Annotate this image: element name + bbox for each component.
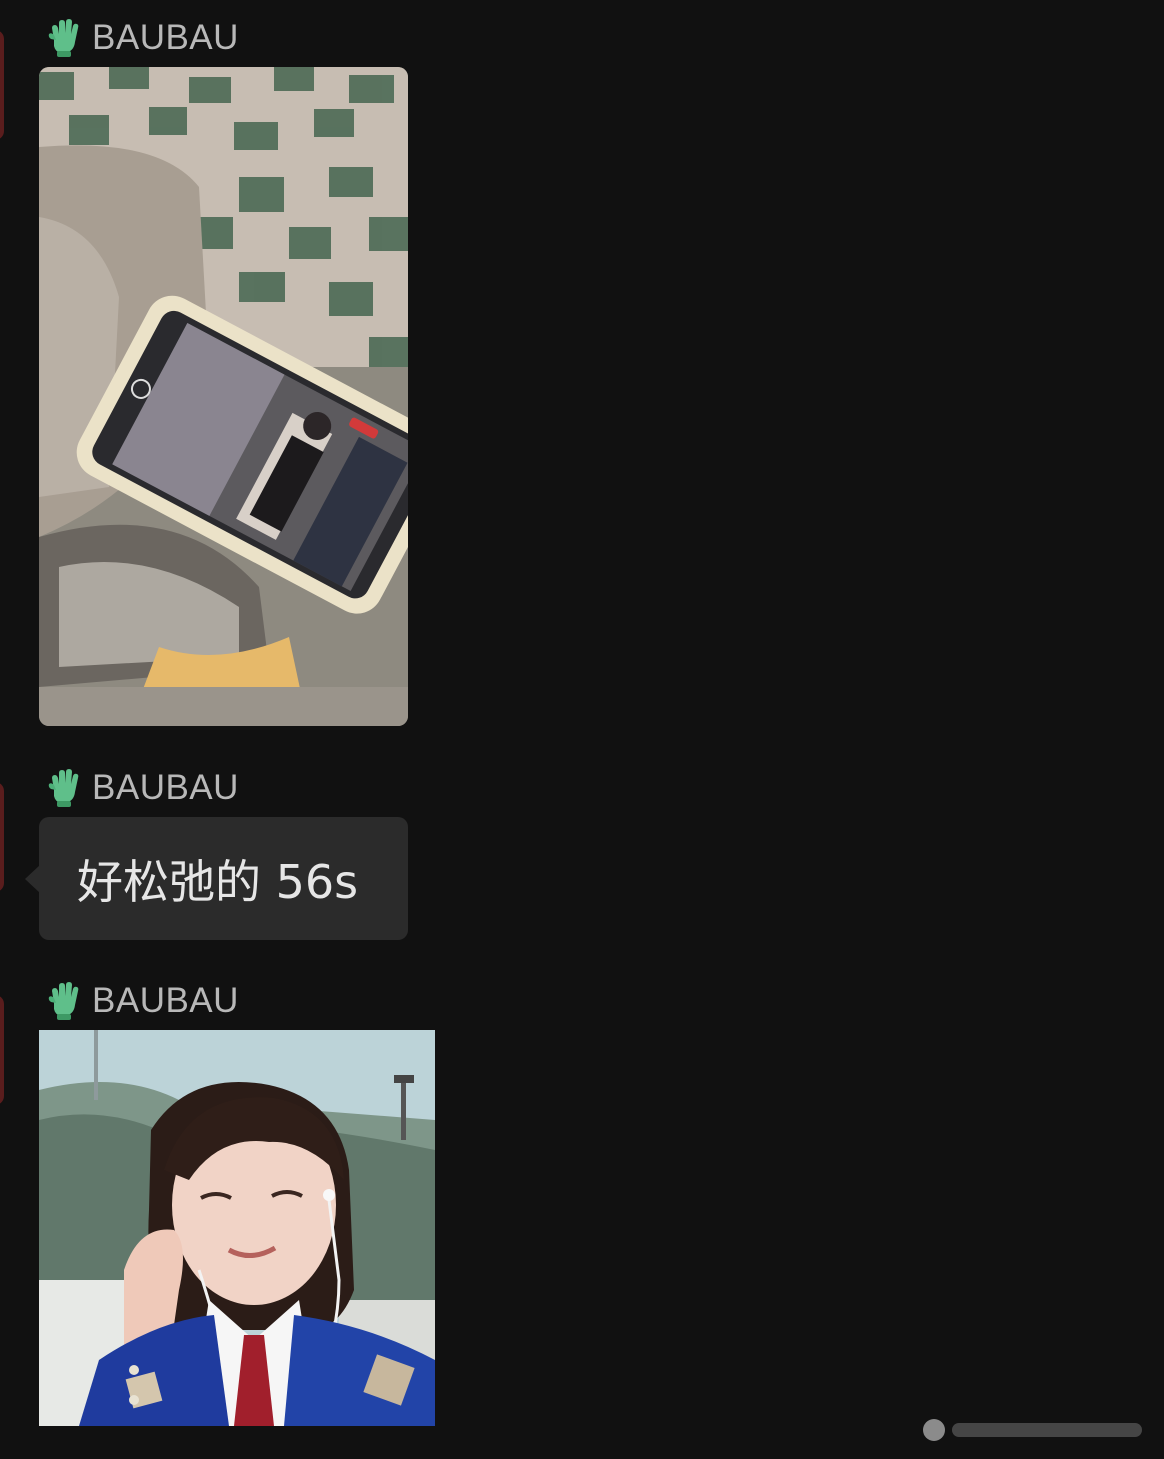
- green-glove-icon: [48, 769, 79, 807]
- message-sender: BAUBAU: [46, 16, 239, 60]
- green-glove-icon: [48, 19, 79, 57]
- message-sender: BAUBAU: [46, 979, 239, 1023]
- watermark: [920, 1415, 1150, 1445]
- avatar[interactable]: [0, 995, 4, 1105]
- phone-on-table-photo: [39, 67, 408, 726]
- avatar[interactable]: [0, 782, 4, 892]
- avatar[interactable]: [0, 30, 4, 140]
- message-text: 好松弛的 56s: [77, 854, 359, 909]
- bubble-tail: [25, 865, 40, 893]
- sender-name: BAUBAU: [92, 768, 239, 807]
- green-glove-icon: [48, 982, 79, 1020]
- watermark-logo-icon: [923, 1419, 1142, 1441]
- message-bubble[interactable]: 好松弛的 56s: [25, 817, 408, 940]
- message-sender: BAUBAU: [46, 766, 239, 810]
- message-image[interactable]: [39, 67, 408, 726]
- bubble-body: 好松弛的 56s: [39, 817, 408, 940]
- girl-with-earphones-photo: [39, 1030, 435, 1426]
- sender-name: BAUBAU: [92, 981, 239, 1020]
- sender-name: BAUBAU: [92, 18, 239, 57]
- message-image[interactable]: [39, 1030, 435, 1426]
